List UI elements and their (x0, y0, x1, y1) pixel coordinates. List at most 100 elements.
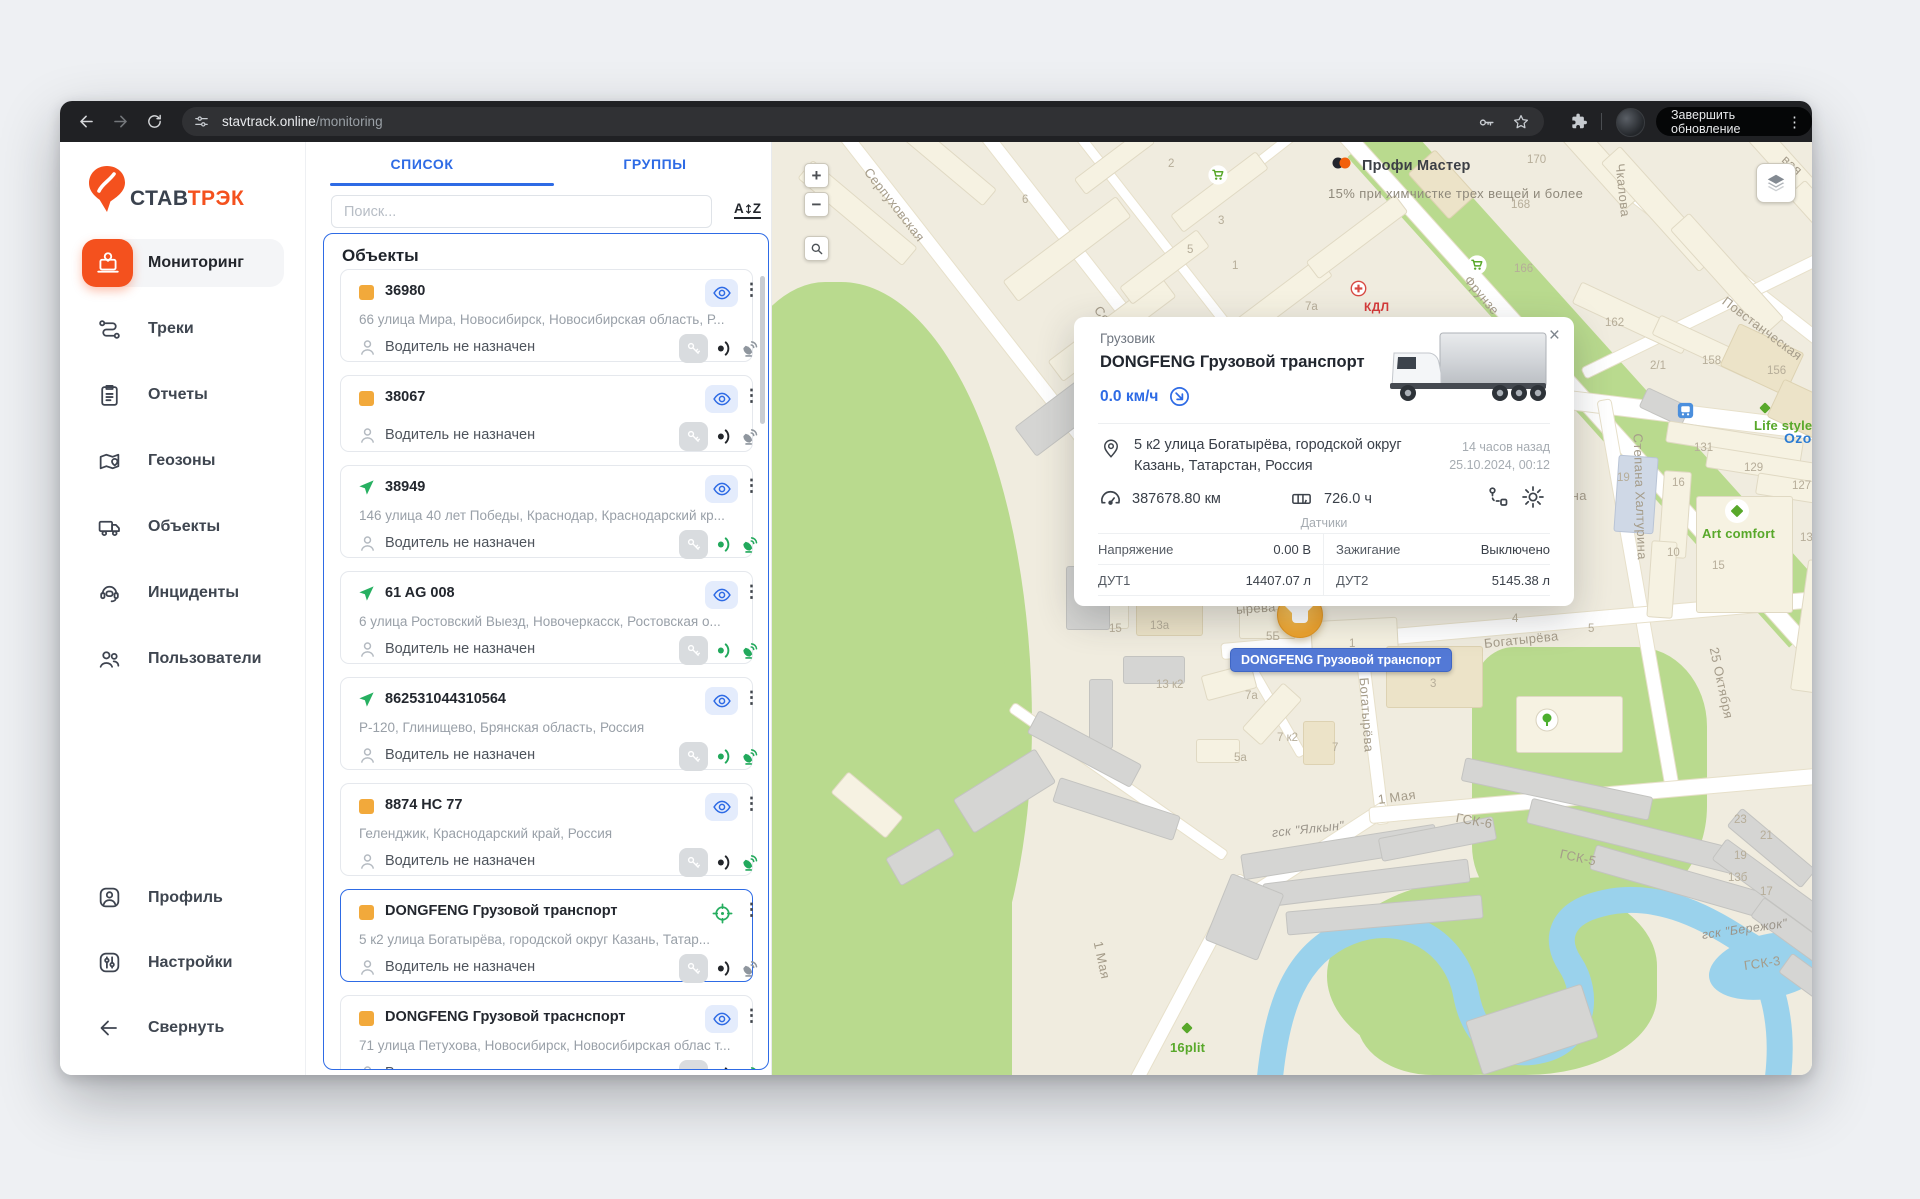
map-label: 3 (1218, 215, 1224, 227)
map-search-button[interactable] (804, 236, 829, 261)
object-menu-icon[interactable]: ⋮ (743, 688, 760, 708)
truck-image (1382, 329, 1552, 412)
object-status-square (359, 1011, 374, 1026)
key-lock-icon[interactable] (679, 422, 708, 451)
finish-update-button[interactable]: Завершить обновление⋮ (1656, 107, 1812, 136)
browser-window: stavtrack.online/monitoring Завершить об… (60, 101, 1812, 1075)
map-poi-medical-icon (1350, 280, 1367, 302)
object-menu-icon[interactable]: ⋮ (743, 582, 760, 602)
tab-list[interactable]: СПИСОК (306, 142, 538, 186)
object-card[interactable]: 61 AG 008⋮6 улица Ростовский Выезд, Ново… (340, 571, 753, 664)
profile-avatar[interactable] (1616, 108, 1645, 137)
key-lock-icon[interactable] (679, 954, 708, 983)
object-menu-icon[interactable]: ⋮ (743, 1006, 760, 1026)
key-lock-icon[interactable] (679, 334, 708, 363)
driver-row: Водитель не назначен (341, 954, 752, 984)
map-label: 1 (1232, 260, 1238, 272)
profile-icon (96, 885, 122, 911)
map[interactable]: СерпуховскаяСолнечный перФрунзеПовстанче… (772, 142, 1812, 1075)
object-card[interactable]: 38067⋮Водитель не назначен (340, 375, 753, 452)
zoom-out-button[interactable]: − (804, 192, 829, 217)
visibility-eye-button[interactable] (705, 475, 738, 503)
sidebar-item-monitoring[interactable]: Мониторинг (60, 230, 305, 296)
sidebar-item-users[interactable]: Пользователи (60, 626, 305, 692)
forward-icon[interactable] (108, 110, 132, 134)
objects-list-container: Объекты 36980⋮66 улица Мира, Новосибирск… (323, 233, 769, 1070)
key-lock-icon[interactable] (679, 742, 708, 771)
zoom-in-button[interactable]: + (804, 163, 829, 188)
gps-antenna-icon (739, 534, 760, 560)
follow-arrow-icon[interactable] (1168, 385, 1191, 408)
sidebar-item-collapse[interactable]: Свернуть (60, 995, 305, 1060)
map-label: 158 (1702, 355, 1721, 367)
site-settings-icon[interactable] (193, 113, 210, 135)
password-key-icon[interactable] (1477, 113, 1496, 137)
ignition-status-icon (713, 746, 734, 772)
object-menu-icon[interactable]: ⋮ (743, 794, 760, 814)
visibility-eye-button[interactable] (705, 687, 738, 715)
tracks-icon (96, 316, 122, 342)
map-label: 23 (1734, 814, 1747, 826)
object-address: 146 улица 40 лет Победы, Краснодар, Крас… (359, 508, 737, 523)
driver-person-icon (357, 1063, 378, 1070)
driver-person-icon (357, 639, 378, 665)
sidebar-item-objects[interactable]: Объекты (60, 494, 305, 560)
object-card[interactable]: 8874 НС 77⋮Геленджик, Краснодарский край… (340, 783, 753, 876)
sidebar-item-geozones[interactable]: Геозоны (60, 428, 305, 494)
track-route-icon[interactable] (1486, 485, 1510, 514)
visibility-eye-button[interactable] (705, 581, 738, 609)
object-address: 5 к2 улица Богатырёва, городской округ К… (359, 932, 737, 947)
sidebar-item-label: Пользователи (148, 650, 261, 668)
object-menu-icon[interactable]: ⋮ (743, 386, 760, 406)
map-label: Ozon (1784, 430, 1812, 446)
visibility-eye-button[interactable] (705, 793, 738, 821)
visibility-eye-button[interactable] (705, 385, 738, 413)
object-card[interactable]: 38949⋮146 улица 40 лет Победы, Краснодар… (340, 465, 753, 558)
map-layers-button[interactable] (1756, 163, 1796, 203)
object-card[interactable]: DONGFENG Грузовой траснспорт⋮71 улица Пе… (340, 995, 753, 1070)
panel-tabs: СПИСОК ГРУППЫ (306, 142, 771, 186)
tab-groups[interactable]: ГРУППЫ (539, 142, 771, 186)
users-icon (96, 646, 122, 672)
key-lock-icon[interactable] (679, 530, 708, 559)
map-label: Профи Мастер (1362, 158, 1471, 174)
ignition-status-icon (713, 338, 734, 364)
visibility-eye-button[interactable] (705, 279, 738, 307)
driver-status: Водитель не назначен (385, 959, 535, 975)
sidebar-item-tracks[interactable]: Треки (60, 296, 305, 362)
search-input[interactable] (331, 195, 712, 228)
last-update-time: 14 часов назад25.10.2024, 00:12 (1449, 438, 1550, 474)
vehicle-marker-label[interactable]: DONGFENG Грузовой транспорт (1230, 648, 1452, 672)
object-card[interactable]: DONGFENG Грузовой транспорт⋮5 к2 улица Б… (340, 889, 753, 982)
sidebar-item-profile[interactable]: Профиль (60, 865, 305, 930)
object-menu-icon[interactable]: ⋮ (743, 280, 760, 300)
key-lock-icon[interactable] (679, 1060, 708, 1070)
visibility-eye-button[interactable] (705, 1005, 738, 1033)
list-scrollbar[interactable] (760, 276, 765, 424)
locate-target-button[interactable] (709, 900, 735, 926)
sidebar-item-settings[interactable]: Настройки (60, 930, 305, 995)
bookmark-star-icon[interactable] (1512, 113, 1530, 136)
key-lock-icon[interactable] (679, 848, 708, 877)
sort-az-button[interactable]: A Z (734, 201, 761, 219)
objects-panel: СПИСОК ГРУППЫ A Z Объекты 36980⋮66 улица… (305, 142, 772, 1075)
gear-icon[interactable] (1520, 484, 1546, 515)
map-label: 10 (1667, 547, 1680, 559)
active-tab-underline (330, 183, 554, 186)
object-menu-icon[interactable]: ⋮ (743, 476, 760, 496)
key-lock-icon[interactable] (679, 636, 708, 665)
object-menu-icon[interactable]: ⋮ (743, 900, 760, 920)
browser-menu-icon[interactable]: ⋮ (1787, 113, 1802, 131)
driver-person-icon (357, 745, 378, 771)
sidebar-item-incidents[interactable]: Инциденты (60, 560, 305, 626)
object-card[interactable]: 36980⋮66 улица Мира, Новосибирск, Новоси… (340, 269, 753, 362)
extensions-icon[interactable] (1566, 110, 1590, 134)
reload-icon[interactable] (142, 110, 166, 134)
address-bar[interactable]: stavtrack.online/monitoring (182, 107, 1544, 136)
map-label: 168 (1511, 199, 1530, 211)
driver-row: Водитель не назначен (341, 530, 752, 560)
objects-header: Объекты (342, 246, 419, 266)
object-card[interactable]: 862531044310564⋮Р-120, Глинищево, Брянск… (340, 677, 753, 770)
sidebar-item-reports[interactable]: Отчеты (60, 362, 305, 428)
back-icon[interactable] (74, 110, 98, 134)
